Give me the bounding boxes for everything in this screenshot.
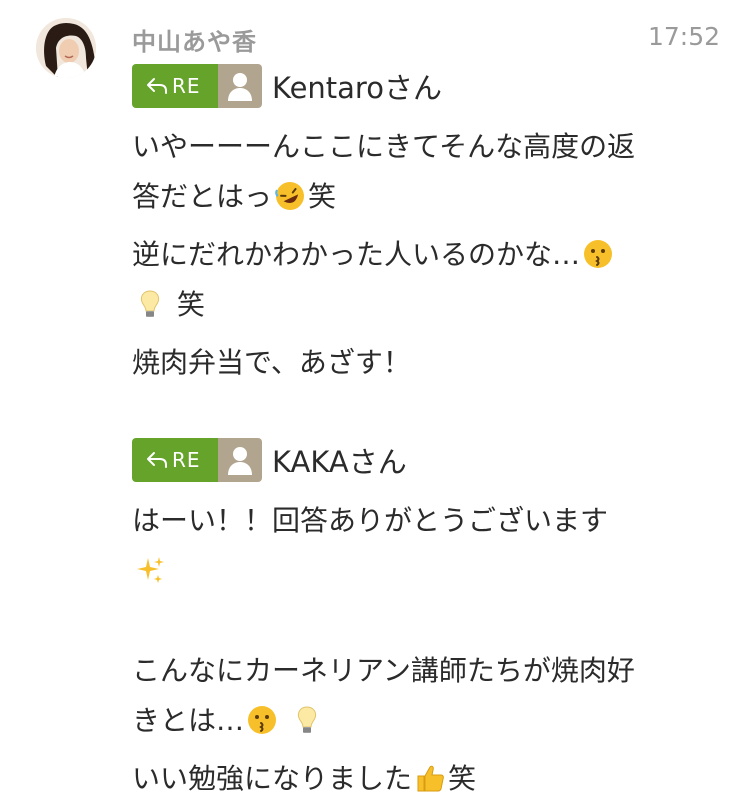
reply-arrow-icon: [147, 452, 167, 468]
message-line: 笑: [132, 280, 722, 330]
reply-target-name[interactable]: Kentaroさん: [272, 65, 442, 107]
message-line: はーい！！回答ありがとうございます: [132, 504, 609, 537]
message-line: 焼肉弁当で、あざす！: [132, 346, 411, 379]
re-badge-label: RE: [172, 74, 201, 98]
reply-header-kaka[interactable]: RE KAKAさん: [132, 438, 722, 482]
user-chip: [218, 64, 262, 108]
message-line: きとは…: [132, 696, 722, 746]
message-line: [132, 546, 722, 596]
avatar-photo-icon: [36, 18, 96, 78]
rofl-emoji-icon: [275, 182, 305, 210]
user-silhouette-icon: [228, 73, 252, 101]
message-content: RE Kentaroさん いやーーーんここにきてそんな高度の返 答だとはっ笑 逆…: [132, 64, 722, 804]
light-bulb-emoji-icon: [140, 290, 160, 317]
message-line: 逆にだれかわかった人いるのかな…: [132, 230, 722, 280]
kissing-face-emoji-icon: [248, 706, 277, 734]
message-line: いやーーーんここにきてそんな高度の返: [132, 130, 636, 163]
message-time: 17:52: [647, 22, 720, 51]
thumbs-up-emoji-icon: [417, 765, 444, 792]
sender-name: 中山あや香: [132, 28, 257, 56]
light-bulb-emoji-icon: [297, 706, 316, 733]
user-chip: [218, 438, 262, 482]
re-badge-label: RE: [172, 448, 201, 472]
kissing-face-emoji-icon: [584, 240, 613, 268]
reply-target-name[interactable]: KAKAさん: [272, 439, 407, 481]
message-line: 答だとはっ笑: [132, 172, 722, 222]
re-badge[interactable]: RE: [132, 438, 218, 482]
message-line: いい勉強になりました笑: [132, 762, 477, 795]
sparkles-emoji-icon: [137, 557, 164, 583]
re-badge[interactable]: RE: [132, 64, 218, 108]
reply-arrow-icon: [147, 78, 167, 94]
user-silhouette-icon: [228, 447, 252, 475]
sender-avatar[interactable]: [36, 18, 96, 78]
message-line: こんなにカーネリアン講師たちが焼肉好: [132, 654, 635, 687]
reply-header-kentaro[interactable]: RE Kentaroさん: [132, 64, 722, 108]
